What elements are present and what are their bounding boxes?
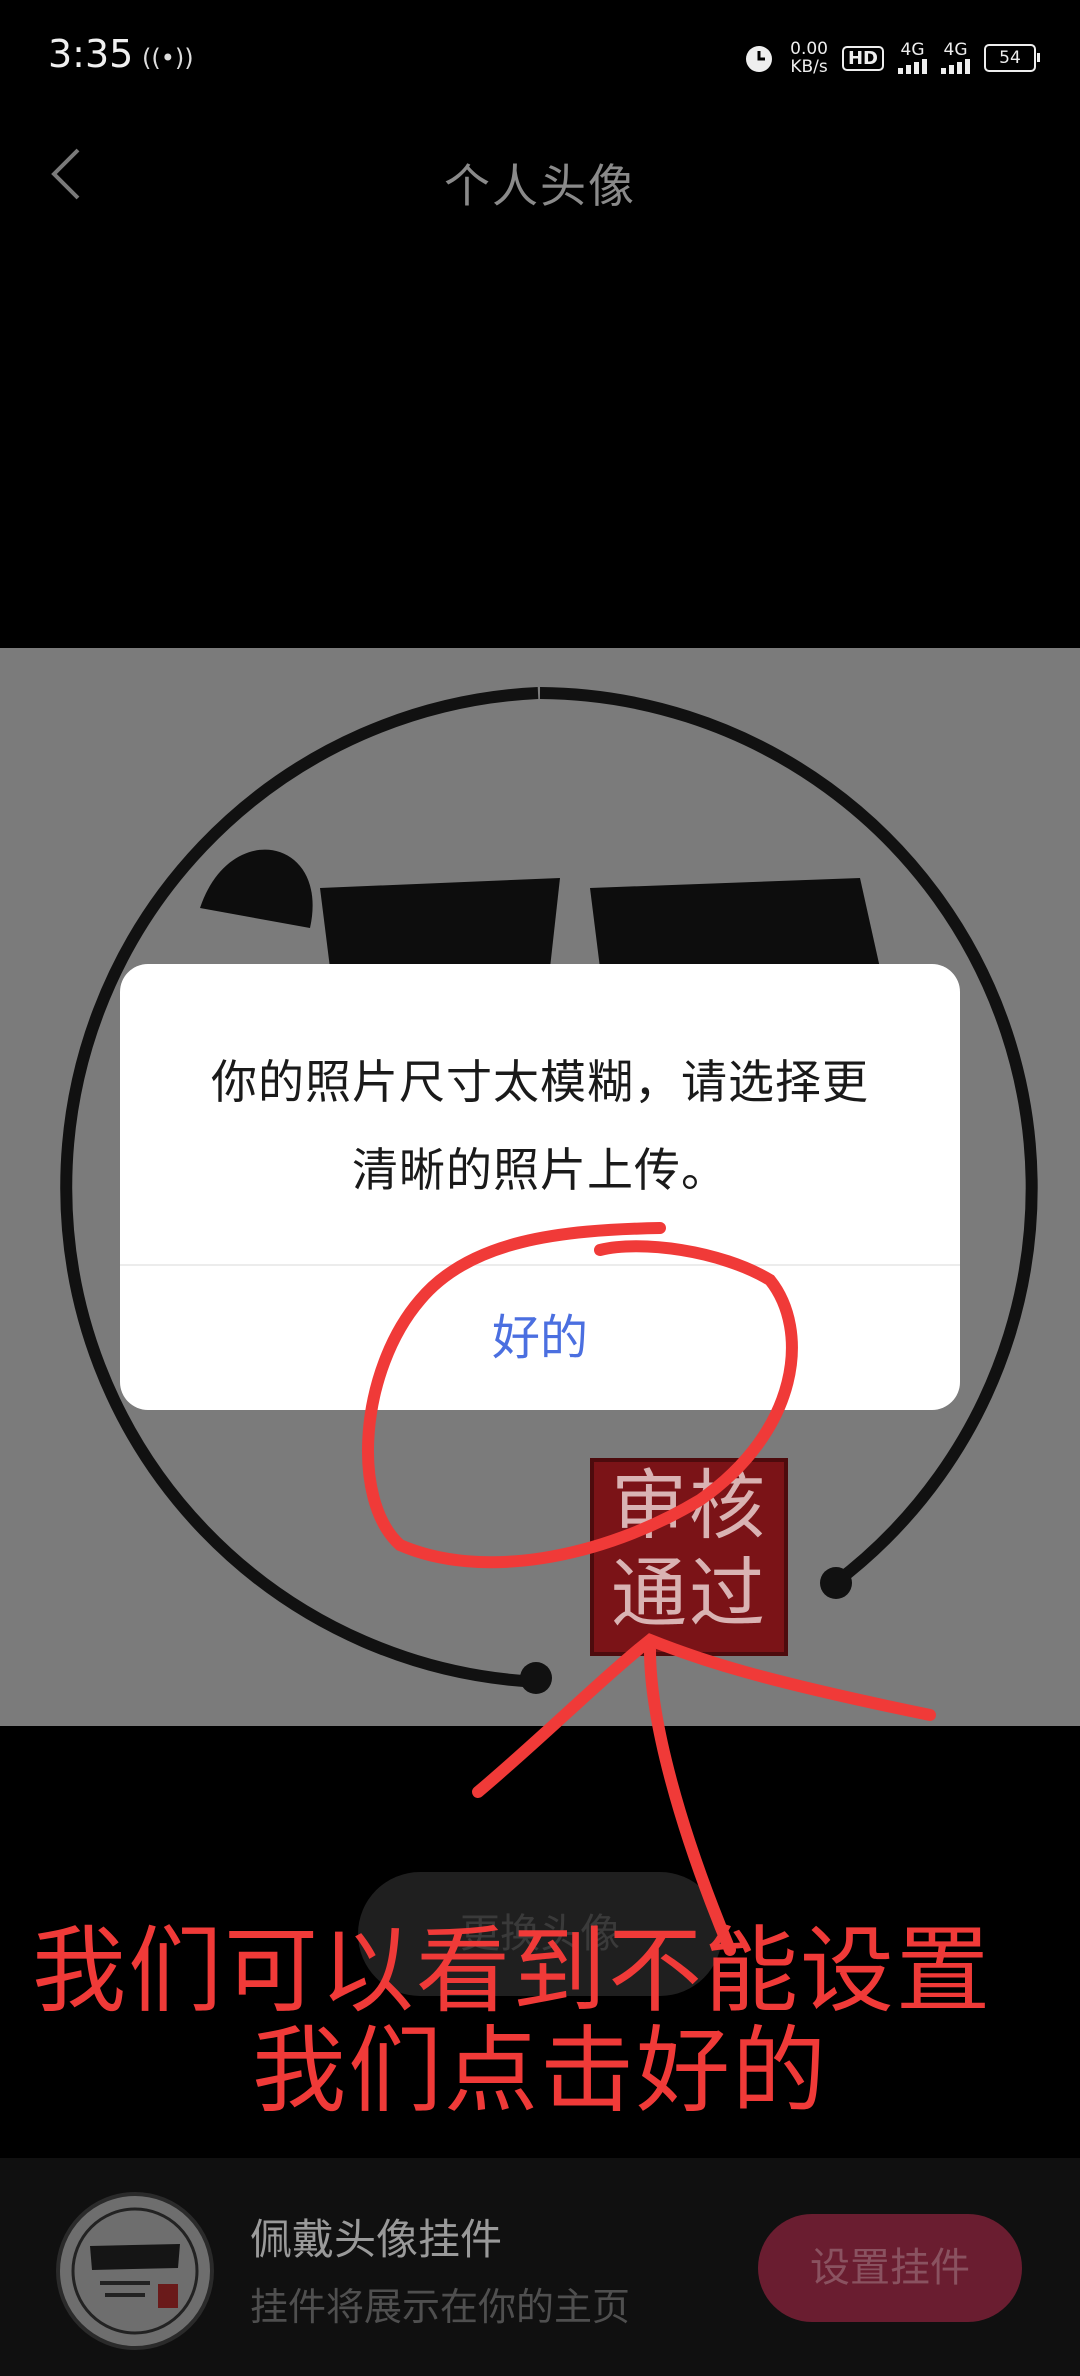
annotation-text-line-1: 我们可以看到不能设置: [31, 1917, 992, 2026]
annotation-text-line-2: 我们点击好的: [251, 2017, 828, 2126]
